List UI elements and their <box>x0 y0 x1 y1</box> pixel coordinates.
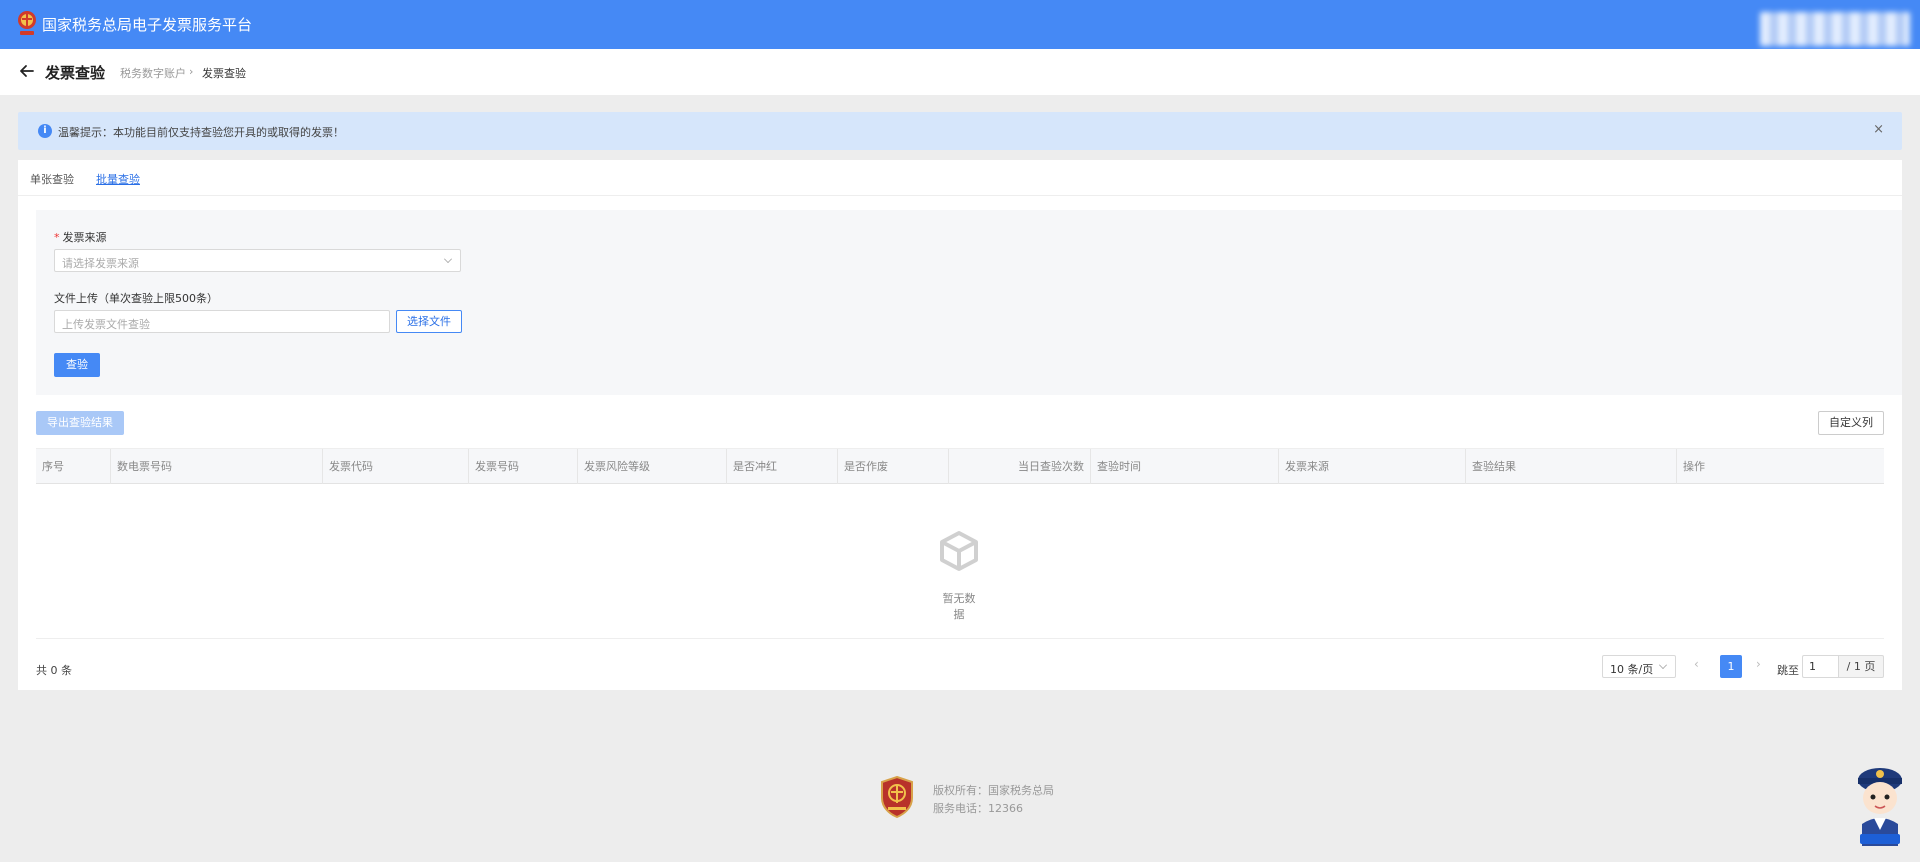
footer-hotline: 服务电话：12366 <box>933 802 1023 815</box>
check-button[interactable]: 查验 <box>54 353 100 377</box>
column-header-invoice-number: 发票号码 <box>469 449 578 484</box>
choose-file-button[interactable]: 选择文件 <box>396 310 462 333</box>
column-header-daily-count: 当日查验次数 <box>949 449 1091 484</box>
tab-bar: 单张查验 批量查验 <box>18 160 1902 196</box>
info-icon: i <box>38 124 52 138</box>
source-placeholder: 请选择发票来源 <box>62 257 139 270</box>
invoice-source-select[interactable]: 请选择发票来源 <box>54 249 461 272</box>
column-header-digital-number: 数电票号码 <box>111 449 323 484</box>
jump-label: 跳至 <box>1777 664 1799 677</box>
tax-shield-emblem-icon <box>881 776 913 818</box>
source-label: * 发票来源 <box>54 229 107 245</box>
chevron-down-icon <box>444 255 452 263</box>
user-info[interactable] <box>1760 12 1910 46</box>
assistant-mascot-icon[interactable] <box>1852 760 1908 846</box>
column-header-index: 序号 <box>36 449 111 484</box>
back-arrow-icon[interactable] <box>18 62 36 80</box>
empty-box-icon <box>940 531 978 571</box>
table-header: 序号 数电票号码 发票代码 发票号码 发票风险等级 是否冲红 是否作废 当日查验… <box>36 448 1884 484</box>
file-upload-input[interactable]: 上传发票文件查验 <box>54 310 390 333</box>
column-header-actions: 操作 <box>1683 460 1705 473</box>
total-count: 共 0 条 <box>36 664 72 677</box>
empty-text: 暂无数据 <box>942 592 976 621</box>
column-header-source: 发票来源 <box>1279 449 1466 484</box>
notice-close-icon[interactable]: × <box>1873 122 1884 137</box>
column-header-check-time: 查验时间 <box>1091 449 1279 484</box>
column-header-invoice-code: 发票代码 <box>323 449 469 484</box>
source-label-text: 发票来源 <box>62 231 107 244</box>
chevron-down-icon <box>1659 661 1667 669</box>
tab-batch-check[interactable]: 批量查验 <box>96 171 140 187</box>
column-header-voided: 是否作废 <box>838 449 949 484</box>
column-header-result: 查验结果 <box>1466 449 1677 484</box>
app-title: 国家税务总局电子发票服务平台 <box>42 16 253 34</box>
page-size-value: 10 条/页 <box>1610 663 1654 676</box>
prev-page-icon[interactable]: ‹ <box>1694 657 1699 671</box>
footer-copyright: 版权所有：国家税务总局 <box>933 784 1054 797</box>
next-page-icon[interactable]: › <box>1756 657 1761 671</box>
breadcrumb-separator: › <box>189 65 194 78</box>
page-title: 发票查验 <box>45 64 106 82</box>
breadcrumb-item-account[interactable]: 税务数字账户 <box>120 65 186 81</box>
column-header-risk-level: 发票风险等级 <box>578 449 727 484</box>
tax-emblem-logo-icon <box>18 11 36 35</box>
top-header: 国家税务总局电子发票服务平台 <box>0 0 1920 49</box>
tab-single-check[interactable]: 单张查验 <box>30 171 74 187</box>
upload-label: 文件上传（单次查验上限500条） <box>54 292 218 305</box>
jump-page-input[interactable] <box>1802 655 1838 678</box>
page-size-select[interactable]: 10 条/页 <box>1602 655 1676 678</box>
required-mark: * <box>54 231 60 244</box>
column-header-red-flushed: 是否冲红 <box>727 449 838 484</box>
export-results-button[interactable]: 导出查验结果 <box>36 411 124 435</box>
page-button-current[interactable]: 1 <box>1720 655 1742 678</box>
custom-columns-button[interactable]: 自定义列 <box>1818 411 1884 435</box>
notice-text: 温馨提示：本功能目前仅支持查验您开具的或取得的发票！ <box>58 126 344 139</box>
breadcrumb-item-current: 发票查验 <box>202 67 246 80</box>
notice-banner: i 温馨提示：本功能目前仅支持查验您开具的或取得的发票！ × <box>18 112 1902 150</box>
total-pages: / 1 页 <box>1838 655 1884 678</box>
main-card: 单张查验 批量查验 * 发票来源 请选择发票来源 文件上传（单次查验上限500条）… <box>18 160 1902 690</box>
divider <box>36 638 1884 639</box>
breadcrumb-bar: 发票查验 税务数字账户 › 发票查验 <box>0 49 1920 95</box>
upload-placeholder: 上传发票文件查验 <box>62 318 150 331</box>
query-form: * 发票来源 请选择发票来源 文件上传（单次查验上限500条） 上传发票文件查验 … <box>36 210 1902 395</box>
